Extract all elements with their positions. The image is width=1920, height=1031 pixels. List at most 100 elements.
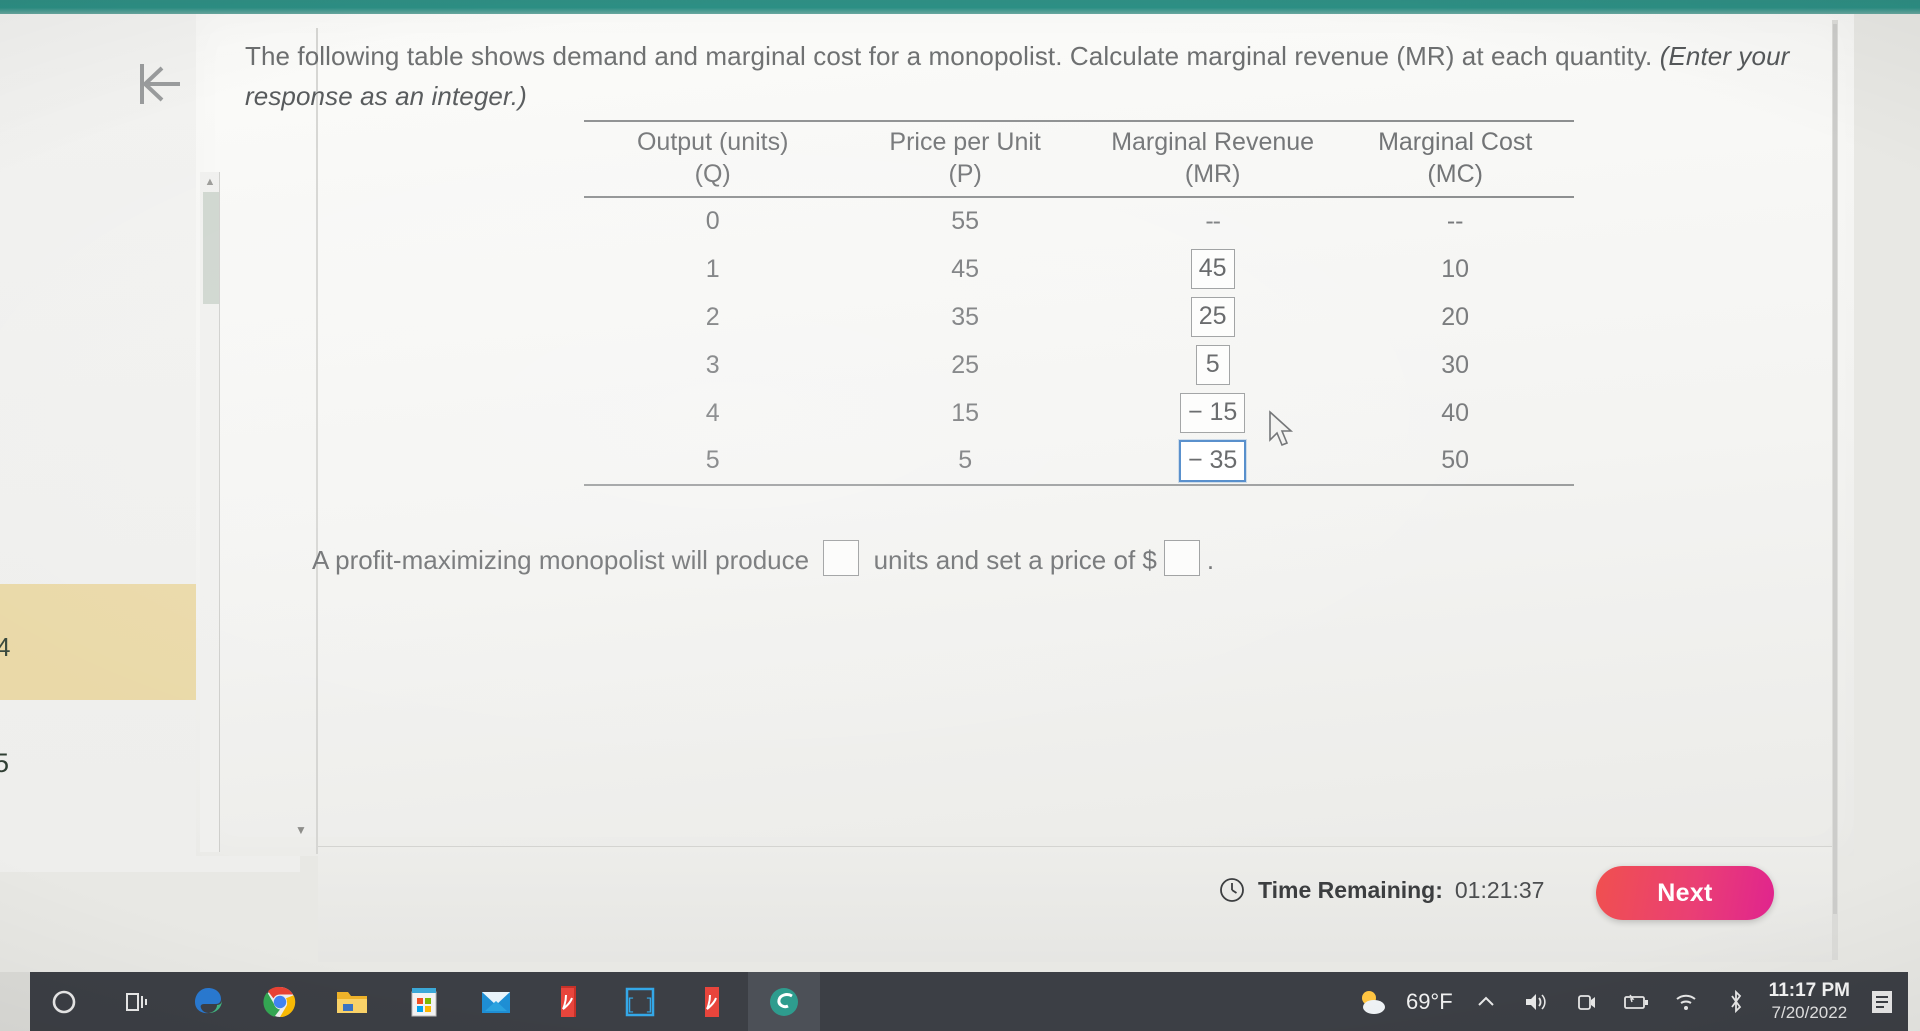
table-row: 0 55 -- -- [584, 197, 1574, 245]
cell-output: 5 [705, 446, 720, 474]
weather-icon[interactable] [1356, 985, 1390, 1019]
edge-icon[interactable] [172, 972, 244, 1031]
taskbar-time: 11:17 PM [1768, 979, 1850, 1001]
page-scrollbar-thumb[interactable] [1833, 24, 1837, 914]
chevron-up-icon[interactable] [1469, 985, 1503, 1019]
time-remaining: Time Remaining: 01:21:37 [1218, 876, 1544, 904]
scroll-up-icon[interactable]: ▲ [203, 176, 217, 188]
monopolist-table: Output (units) (Q) Price per Unit (P) Ma… [584, 120, 1574, 486]
header-mc-line1: Marginal Cost [1378, 128, 1533, 156]
file-explorer-icon[interactable] [316, 972, 388, 1031]
battery-icon[interactable] [1619, 985, 1653, 1019]
cell-marginal-cost: 10 [1441, 254, 1470, 283]
taskbar-apps: [ ] [28, 972, 820, 1031]
cell-marginal-cost: 30 [1441, 350, 1470, 379]
cell-marginal-cost: 50 [1441, 446, 1470, 474]
notification-icon[interactable] [1866, 985, 1900, 1019]
cell-marginal-revenue[interactable]: − 15 [1089, 389, 1337, 437]
mr-answer-input[interactable]: 25 [1190, 297, 1235, 337]
cell-output: 1 [705, 254, 720, 283]
mr-answer-input[interactable]: 45 [1190, 249, 1235, 289]
header-output: Output (units) (Q) [584, 121, 841, 197]
table-row: 3 25 5 30 [584, 341, 1574, 389]
app-top-band [0, 0, 1920, 14]
code-editor-icon[interactable]: [ ] [604, 972, 676, 1031]
clock-icon [1218, 876, 1246, 904]
cell-price: 15 [951, 398, 980, 427]
microsoft-store-icon[interactable] [388, 972, 460, 1031]
screen-bezel-left [0, 972, 30, 1031]
table-header-row: Output (units) (Q) Price per Unit (P) Ma… [584, 121, 1574, 197]
header-mr-line1: Marginal Revenue [1111, 128, 1315, 156]
cell-marginal-cost: 40 [1441, 398, 1470, 427]
next-button[interactable]: Next [1596, 866, 1774, 920]
chrome-icon[interactable] [244, 972, 316, 1031]
conclusion-middle: units and set a price of $ [873, 545, 1157, 575]
conclusion-suffix: . [1206, 545, 1215, 575]
question-text: The following table shows demand and mar… [245, 36, 1885, 116]
camera-icon[interactable] [1569, 985, 1603, 1019]
wifi-icon[interactable] [1669, 985, 1703, 1019]
header-price-line2: (P) [948, 160, 982, 188]
cell-marginal-revenue[interactable]: 5 [1089, 341, 1337, 389]
table-row: 4 15 − 15 40 [584, 389, 1574, 437]
mouse-cursor [1268, 410, 1296, 450]
table-row: 1 45 45 10 [584, 245, 1574, 293]
cell-price: 5 [958, 446, 973, 474]
cell-output: 2 [705, 302, 720, 331]
screen-photo: 4 5 ▼ ▲ ▼ The following table shows dema… [0, 0, 1920, 1031]
task-view-icon[interactable] [100, 972, 172, 1031]
conclusion-prefix: A profit-maximizing monopolist will prod… [312, 545, 810, 575]
system-tray: 69°F 11:17 PM 7/20/2022 [1356, 972, 1900, 1031]
pdf-reader-2-icon[interactable] [676, 972, 748, 1031]
cell-price: 45 [951, 254, 980, 283]
browser-active-icon[interactable] [748, 972, 820, 1031]
cell-marginal-revenue[interactable]: − 35 [1089, 437, 1337, 485]
exercise-scroll-down-icon[interactable]: ▼ [294, 824, 308, 836]
price-input[interactable] [1163, 540, 1200, 576]
cell-price: 35 [951, 302, 980, 331]
cell-price: 25 [951, 350, 980, 379]
header-marginal-cost: Marginal Cost (MC) [1336, 121, 1574, 197]
svg-text:[ ]: [ ] [626, 996, 655, 1014]
cell-marginal-revenue[interactable]: 45 [1089, 245, 1337, 293]
time-remaining-value: 01:21:37 [1454, 876, 1545, 903]
time-remaining-label: Time Remaining: [1258, 876, 1443, 903]
mr-answer-input[interactable]: − 15 [1179, 393, 1246, 433]
table-row: 2 35 25 20 [584, 293, 1574, 341]
conclusion-sentence: A profit-maximizing monopolist will prod… [312, 540, 1214, 580]
background-number-4: 4 [0, 632, 11, 662]
weather-temperature[interactable]: 69°F [1406, 989, 1453, 1015]
header-marginal-revenue: Marginal Revenue (MR) [1089, 121, 1337, 197]
header-output-line1: Output (units) [636, 128, 789, 156]
start-icon[interactable] [28, 972, 100, 1031]
taskbar-clock[interactable]: 11:17 PM 7/20/2022 [1769, 980, 1850, 1024]
background-number-5: 5 [0, 748, 10, 778]
exercise-scrollbar-thumb[interactable] [203, 192, 219, 304]
mail-icon[interactable] [460, 972, 532, 1031]
table-row: 5 5 − 35 50 [584, 437, 1574, 485]
cell-marginal-cost: 20 [1441, 302, 1470, 331]
pane-divider [316, 28, 318, 854]
header-mc-line2: (MC) [1427, 160, 1483, 188]
cell-marginal-revenue: -- [1089, 197, 1337, 245]
cell-output: 3 [705, 350, 720, 379]
bluetooth-icon[interactable] [1719, 985, 1753, 1019]
cell-marginal-revenue[interactable]: 25 [1089, 293, 1337, 341]
header-mr-line2: (MR) [1184, 160, 1241, 188]
taskbar-date: 7/20/2022 [1771, 1002, 1848, 1022]
quantity-input[interactable] [823, 540, 860, 576]
cell-price: 55 [951, 207, 980, 235]
mr-answer-input[interactable]: 5 [1195, 345, 1230, 385]
question-text-main: The following table shows demand and mar… [245, 41, 1660, 71]
cell-marginal-cost: -- [1446, 207, 1464, 235]
pdf-reader-icon[interactable] [532, 972, 604, 1031]
mr-answer-input[interactable]: − 35 [1178, 439, 1247, 482]
windows-taskbar: [ ] 69°F 11:17 PM 7/20/2022 [28, 972, 1908, 1031]
table-body: 0 55 -- -- 1 45 45 10 2 35 25 20 3 25 5 30 4 15− 15 40 5 5− … [584, 197, 1574, 485]
cell-output: 4 [705, 398, 720, 427]
cell-output: 0 [705, 207, 720, 235]
back-to-start-icon[interactable] [128, 58, 188, 110]
volume-icon[interactable] [1519, 985, 1553, 1019]
header-output-line2: (Q) [694, 160, 731, 188]
